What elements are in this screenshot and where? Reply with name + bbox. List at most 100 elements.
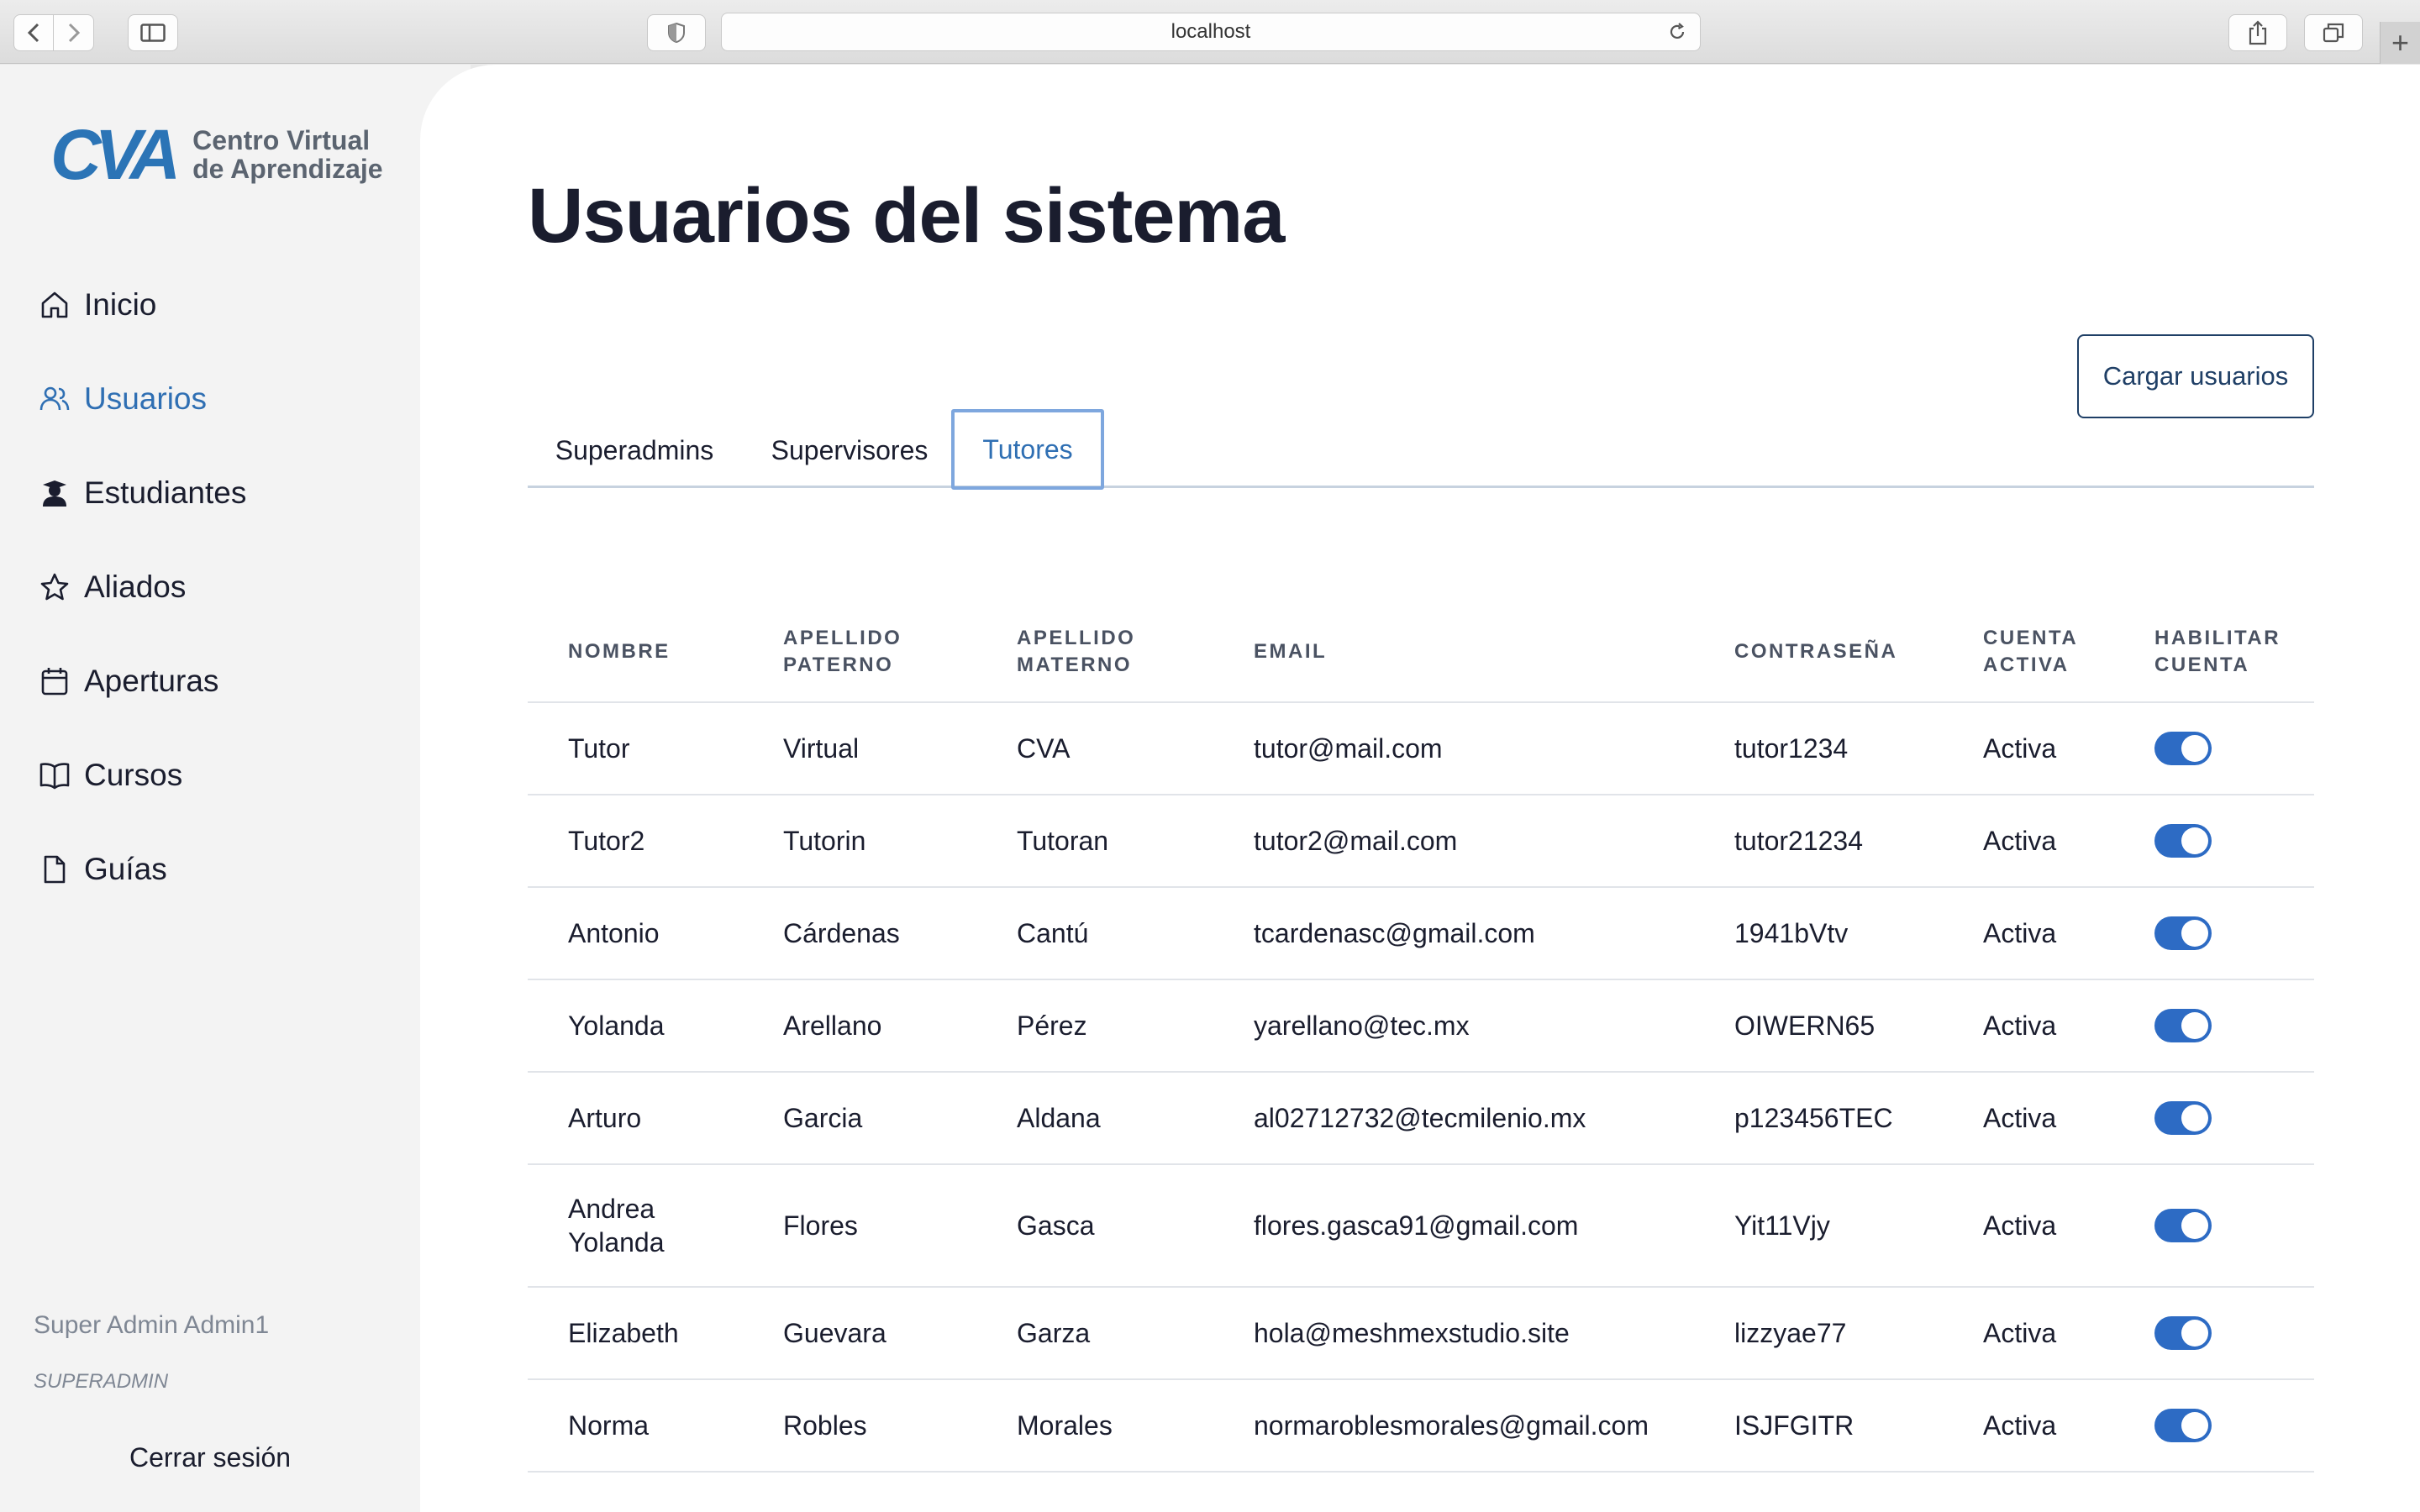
back-button[interactable] bbox=[13, 14, 54, 51]
column-header-apellido-paterno[interactable]: APELLIDO PATERNO bbox=[743, 625, 976, 679]
sidebar-item-usuarios[interactable]: Usuarios bbox=[39, 352, 246, 446]
cell-email: yarellano@tec.mx bbox=[1254, 1011, 1470, 1041]
page-title: Usuarios del sistema bbox=[528, 173, 1285, 259]
column-header-cuenta-activa[interactable]: CUENTA ACTIVA bbox=[1943, 625, 2114, 679]
cell-contrasena: 1941bVtv bbox=[1734, 918, 1849, 948]
cell-email: normaroblesmorales@gmail.com bbox=[1254, 1410, 1649, 1441]
column-header-habilitar-cuenta[interactable]: HABILITAR CUENTA bbox=[2114, 625, 2314, 679]
cell-email: tcardenasc@gmail.com bbox=[1254, 918, 1535, 948]
logo-line-1: Centro Virtual bbox=[192, 125, 371, 155]
cell-nombre: Antonio bbox=[568, 918, 660, 948]
url-text: localhost bbox=[1171, 20, 1251, 43]
sidebar-item-guias[interactable]: Guías bbox=[39, 822, 246, 916]
enable-account-toggle[interactable] bbox=[2154, 732, 2212, 765]
cell-apellido-paterno: Garcia bbox=[783, 1103, 863, 1133]
cell-email: hola@meshmexstudio.site bbox=[1254, 1318, 1570, 1348]
enable-account-toggle[interactable] bbox=[2154, 1009, 2212, 1042]
cell-nombre: Elizabeth bbox=[568, 1318, 679, 1348]
column-header-nombre[interactable]: NOMBRE bbox=[528, 638, 743, 665]
toggle-knob bbox=[2181, 1212, 2208, 1239]
sidebar-item-cursos[interactable]: Cursos bbox=[39, 728, 246, 822]
tab-tutores[interactable]: Tutores bbox=[951, 409, 1104, 490]
cell-apellido-materno: Pérez bbox=[1017, 1011, 1087, 1041]
sidebar-item-label: Aperturas bbox=[84, 664, 219, 698]
shield-icon bbox=[668, 22, 685, 44]
privacy-button[interactable] bbox=[647, 14, 706, 51]
tab-supervisores[interactable]: Supervisores bbox=[741, 411, 958, 490]
sidebar-item-label: Usuarios bbox=[84, 381, 207, 416]
share-button[interactable] bbox=[2228, 14, 2287, 51]
home-icon bbox=[39, 289, 71, 321]
cell-apellido-materno: Aldana bbox=[1017, 1103, 1101, 1133]
column-header-email[interactable]: EMAIL bbox=[1213, 638, 1694, 665]
cell-habilitar bbox=[2114, 824, 2314, 858]
current-user-name: Super Admin Admin1 bbox=[34, 1311, 270, 1339]
cell-apellido-materno: Cantú bbox=[1017, 918, 1089, 948]
cell-email: flores.gasca91@gmail.com bbox=[1254, 1210, 1579, 1241]
enable-account-toggle[interactable] bbox=[2154, 1409, 2212, 1442]
sidebar-item-label: Cursos bbox=[84, 758, 183, 792]
logo-line-2: de Aprendizaje bbox=[192, 154, 383, 184]
toggle-knob bbox=[2181, 1105, 2208, 1131]
cell-apellido-materno: Garza bbox=[1017, 1318, 1091, 1348]
sidebar-item-aliados[interactable]: Aliados bbox=[39, 540, 246, 634]
cell-cuenta-activa: Activa bbox=[1983, 1210, 2057, 1241]
new-tab-button[interactable]: + bbox=[2380, 22, 2420, 64]
cell-apellido-paterno: Cárdenas bbox=[783, 918, 900, 948]
cell-contrasena: tutor21234 bbox=[1734, 826, 1864, 856]
sidebar-item-label: Aliados bbox=[84, 570, 187, 604]
cell-cuenta-activa: Activa bbox=[1983, 1011, 2057, 1041]
cell-apellido-paterno: Tutorin bbox=[783, 826, 866, 856]
user-type-tabs: Superadmins Supervisores Tutores bbox=[528, 409, 2314, 490]
forward-button[interactable] bbox=[54, 14, 94, 51]
chevron-right-icon bbox=[68, 23, 80, 43]
history-nav bbox=[13, 14, 94, 51]
cell-habilitar bbox=[2114, 916, 2314, 950]
cell-contrasena: ISJFGITR bbox=[1734, 1410, 1854, 1441]
enable-account-toggle[interactable] bbox=[2154, 824, 2212, 858]
cell-nombre: Arturo bbox=[568, 1103, 642, 1133]
chevron-left-icon bbox=[27, 23, 39, 43]
cell-apellido-materno: Tutoran bbox=[1017, 826, 1109, 856]
cell-contrasena: tutor1234 bbox=[1734, 733, 1849, 764]
cell-habilitar bbox=[2114, 1316, 2314, 1350]
table-row: Arturo Garcia Aldana al02712732@tecmilen… bbox=[528, 1073, 2314, 1165]
toggle-knob bbox=[2181, 735, 2208, 762]
cell-contrasena: lizzyae77 bbox=[1734, 1318, 1847, 1348]
enable-account-toggle[interactable] bbox=[2154, 916, 2212, 950]
logo-mark: CVA bbox=[50, 115, 181, 194]
cell-habilitar bbox=[2114, 1209, 2314, 1242]
cell-nombre: Tutor2 bbox=[568, 826, 645, 856]
cell-apellido-paterno: Arellano bbox=[783, 1011, 882, 1041]
tab-superadmins[interactable]: Superadmins bbox=[528, 411, 741, 490]
calendar-icon bbox=[39, 665, 71, 697]
document-icon bbox=[39, 853, 71, 885]
cell-contrasena: OIWERN65 bbox=[1734, 1011, 1876, 1041]
reload-icon[interactable] bbox=[1666, 21, 1688, 43]
sidebar-item-label: Guías bbox=[84, 852, 167, 886]
address-bar[interactable]: localhost bbox=[721, 13, 1701, 51]
tab-overview-button[interactable] bbox=[2304, 14, 2363, 51]
table-row: Norma Robles Morales normaroblesmorales@… bbox=[528, 1380, 2314, 1473]
cell-cuenta-activa: Activa bbox=[1983, 1318, 2057, 1348]
enable-account-toggle[interactable] bbox=[2154, 1101, 2212, 1135]
column-header-apellido-materno[interactable]: APELLIDO MATERNO bbox=[976, 625, 1213, 679]
table-row: Andrea Yolanda Flores Gasca flores.gasca… bbox=[528, 1165, 2314, 1288]
sidebar-item-aperturas[interactable]: Aperturas bbox=[39, 634, 246, 728]
table-row: Antonio Cárdenas Cantú tcardenasc@gmail.… bbox=[528, 888, 2314, 980]
cell-apellido-paterno: Guevara bbox=[783, 1318, 886, 1348]
users-table: NOMBRE APELLIDO PATERNO APELLIDO MATERNO E… bbox=[528, 602, 2314, 1473]
sidebar-toggle-button[interactable] bbox=[128, 14, 178, 51]
sidebar: CVA Centro Virtual de Aprendizaje Inicio… bbox=[0, 65, 471, 1512]
enable-account-toggle[interactable] bbox=[2154, 1209, 2212, 1242]
cell-apellido-materno: CVA bbox=[1017, 733, 1071, 764]
column-header-contrasena[interactable]: CONTRASEÑA bbox=[1694, 638, 1943, 665]
logout-button[interactable]: Cerrar sesión bbox=[0, 1442, 420, 1473]
plus-icon: + bbox=[2391, 25, 2410, 60]
cell-habilitar bbox=[2114, 1009, 2314, 1042]
load-users-button[interactable]: Cargar usuarios bbox=[2077, 334, 2314, 418]
sidebar-item-estudiantes[interactable]: Estudiantes bbox=[39, 446, 246, 540]
cell-habilitar bbox=[2114, 1101, 2314, 1135]
enable-account-toggle[interactable] bbox=[2154, 1316, 2212, 1350]
sidebar-item-inicio[interactable]: Inicio bbox=[39, 258, 246, 352]
